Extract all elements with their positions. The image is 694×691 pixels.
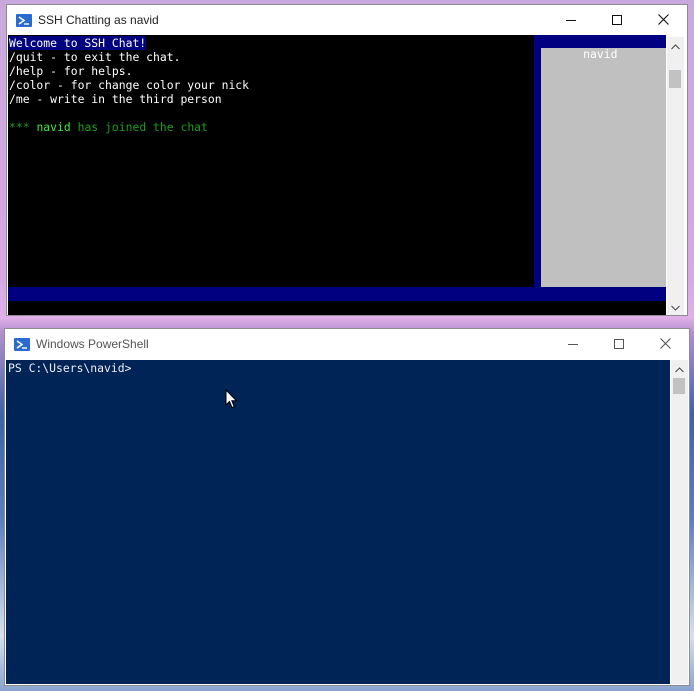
close-button[interactable] bbox=[642, 329, 688, 360]
close-icon bbox=[657, 12, 669, 30]
chat-line: /color - for change color your nick bbox=[9, 78, 249, 92]
chat-line-text: /me - write in the third person bbox=[9, 92, 222, 106]
window-title: SSH Chatting as navid bbox=[38, 13, 159, 27]
powershell-window[interactable]: Windows PowerShell PS C:\Users\navid> bbox=[4, 328, 690, 686]
maximize-button[interactable] bbox=[594, 5, 640, 36]
chat-input-field[interactable] bbox=[8, 287, 666, 301]
join-message: *** navid has joined the chat bbox=[9, 120, 249, 134]
chat-line-text bbox=[9, 106, 16, 120]
chevron-up-icon bbox=[671, 37, 680, 55]
powershell-title-bar[interactable]: Windows PowerShell bbox=[5, 329, 689, 360]
chat-line: /me - write in the third person bbox=[9, 92, 249, 106]
minimize-icon bbox=[566, 12, 576, 30]
chevron-up-icon bbox=[675, 360, 684, 378]
powershell-scrollbar[interactable] bbox=[671, 360, 688, 684]
chat-messages: Welcome to SSH Chat!/quit - to exit the … bbox=[9, 36, 249, 134]
chat-line: /help - for helps. bbox=[9, 64, 249, 78]
chat-line-text: /color - for change color your nick bbox=[9, 78, 250, 92]
powershell-app-icon bbox=[14, 338, 30, 351]
maximize-button[interactable] bbox=[596, 329, 642, 360]
mouse-pointer-icon bbox=[225, 389, 238, 409]
user-list-header: navid bbox=[541, 35, 666, 61]
join-prefix: *** bbox=[9, 120, 30, 134]
ssh-chat-window[interactable]: SSH Chatting as navid Welcome to SSH Cha… bbox=[6, 4, 688, 316]
scroll-thumb[interactable] bbox=[673, 378, 685, 394]
user-list-entry[interactable]: navid bbox=[582, 47, 617, 61]
chat-bottom-strip bbox=[8, 301, 666, 315]
chevron-down-icon bbox=[671, 298, 680, 316]
window-title: Windows PowerShell bbox=[36, 337, 149, 351]
minimize-icon bbox=[568, 336, 578, 354]
close-icon bbox=[659, 336, 671, 354]
maximize-icon bbox=[612, 12, 622, 30]
close-button[interactable] bbox=[640, 5, 686, 36]
maximize-icon bbox=[614, 336, 624, 354]
join-nick: navid bbox=[36, 120, 71, 134]
scroll-up-button[interactable] bbox=[671, 360, 688, 377]
join-suffix: has joined the chat bbox=[77, 120, 208, 134]
chat-line: /quit - to exit the chat. bbox=[9, 50, 249, 64]
scroll-thumb[interactable] bbox=[669, 70, 681, 88]
ssh-scrollbar[interactable] bbox=[667, 37, 684, 315]
chat-line-text: /quit - to exit the chat. bbox=[9, 50, 181, 64]
powershell-prompt: PS C:\Users\navid> bbox=[8, 361, 132, 375]
minimize-button[interactable] bbox=[548, 5, 594, 36]
ssh-title-bar[interactable]: SSH Chatting as navid bbox=[7, 5, 687, 36]
scroll-down-button[interactable] bbox=[667, 298, 684, 315]
chat-line-text: /help - for helps. bbox=[9, 64, 133, 78]
powershell-console[interactable]: PS C:\Users\navid> bbox=[6, 360, 670, 684]
chat-divider bbox=[534, 35, 541, 287]
minimize-button[interactable] bbox=[550, 329, 596, 360]
user-list-panel[interactable]: navid bbox=[541, 35, 666, 287]
chat-line: Welcome to SSH Chat! bbox=[9, 36, 249, 50]
chat-line bbox=[9, 106, 249, 120]
chat-message-area: Welcome to SSH Chat!/quit - to exit the … bbox=[8, 35, 534, 287]
chat-line-text: Welcome to SSH Chat! bbox=[9, 36, 147, 50]
scroll-up-button[interactable] bbox=[667, 37, 684, 54]
powershell-app-icon bbox=[16, 14, 32, 27]
